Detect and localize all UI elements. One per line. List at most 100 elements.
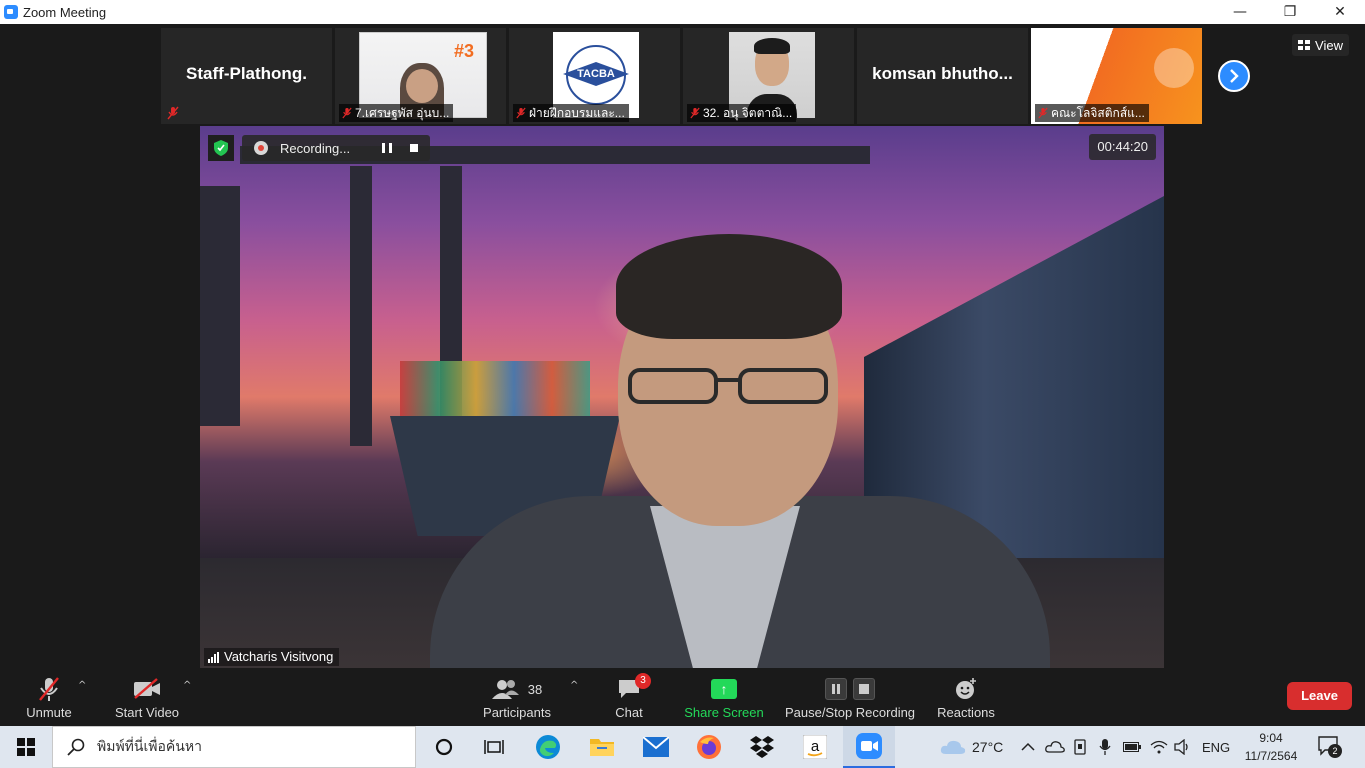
onedrive-tray[interactable]	[1045, 726, 1065, 768]
grid-view-icon	[1298, 40, 1311, 50]
battery-icon	[1123, 742, 1141, 752]
clock-time: 9:04	[1259, 731, 1283, 745]
folder-icon	[590, 739, 614, 756]
participants-options-caret[interactable]: ^	[570, 680, 578, 691]
muted-mic-icon	[690, 107, 700, 119]
firefox-button[interactable]	[683, 726, 735, 768]
reactions-label: Reactions	[937, 705, 995, 720]
amazon-button[interactable]: a	[789, 726, 841, 768]
participant-name: 32. อนุ จิตตาณิ...	[703, 106, 793, 120]
edge-taskbar-button[interactable]	[522, 726, 574, 768]
participant-thumbnail[interactable]: คณะโลจิสติกส์แ...	[1031, 28, 1202, 124]
file-explorer-button[interactable]	[576, 726, 628, 768]
dropbox-icon	[750, 736, 774, 758]
recording-label: Recording...	[280, 140, 351, 156]
pause-icon[interactable]	[825, 678, 847, 700]
battery-tray[interactable]	[1123, 726, 1141, 768]
muted-mic-icon	[39, 677, 59, 701]
participant-thumbnail[interactable]: komsan bhutho...	[857, 28, 1028, 124]
participant-name: ฝ่ายฝึกอบรมและ...	[529, 106, 625, 120]
search-placeholder: พิมพ์ที่นี่เพื่อค้นหา	[97, 738, 202, 754]
muted-mic-icon	[342, 107, 352, 119]
minimize-button[interactable]: —	[1215, 0, 1265, 24]
zoom-taskbar-button[interactable]	[843, 726, 895, 768]
pause-stop-recording-label: Pause/Stop Recording	[784, 705, 916, 720]
speaker-name: Vatcharis Visitvong	[224, 649, 334, 664]
pause-stop-recording-button[interactable]: Pause/Stop Recording	[782, 670, 918, 726]
clock-date: 11/7/2564	[1244, 749, 1298, 763]
next-page-button[interactable]	[1218, 60, 1250, 92]
show-hidden-icons[interactable]	[1021, 726, 1035, 768]
mail-icon	[643, 737, 669, 757]
temperature: 27°C	[972, 739, 1004, 755]
device-tray[interactable]	[1073, 726, 1087, 768]
chevron-right-icon	[1230, 69, 1239, 83]
chat-button[interactable]: 3 Chat	[604, 670, 654, 726]
share-screen-button[interactable]: ↑ Share Screen	[682, 670, 766, 726]
stop-icon[interactable]	[853, 678, 875, 700]
participant-thumbnail[interactable]: #3 7.เศรษฐพัส อุ่นบ...	[335, 28, 506, 124]
share-screen-label: Share Screen	[684, 705, 764, 720]
search-icon	[67, 738, 85, 756]
meeting-timer: 00:44:20	[1089, 134, 1156, 160]
zoom-icon	[856, 733, 882, 759]
weather-widget[interactable]: 27°C	[940, 726, 1003, 768]
video-off-icon	[134, 678, 160, 699]
notification-center-button[interactable]: 2	[1318, 736, 1342, 758]
pause-recording-icon[interactable]	[382, 143, 393, 153]
reactions-icon	[956, 678, 976, 699]
view-button[interactable]: View	[1292, 34, 1349, 56]
task-view-button[interactable]	[468, 726, 520, 768]
share-screen-icon: ↑	[711, 679, 737, 699]
input-language[interactable]: ENG	[1202, 726, 1230, 768]
microphone-icon	[1099, 739, 1111, 755]
encryption-shield[interactable]	[208, 135, 234, 161]
video-options-caret[interactable]: ^	[183, 680, 191, 691]
wifi-icon	[1150, 740, 1168, 754]
start-video-button[interactable]: Start Video	[108, 670, 186, 726]
volume-tray[interactable]	[1174, 726, 1192, 768]
unmute-label: Unmute	[26, 705, 72, 720]
start-button[interactable]	[0, 726, 52, 768]
chat-badge: 3	[635, 673, 651, 689]
participants-label: Participants	[483, 705, 551, 720]
wifi-tray[interactable]	[1150, 726, 1168, 768]
task-view-icon	[484, 740, 504, 754]
chevron-up-icon	[1021, 742, 1035, 751]
amazon-icon: a	[803, 735, 827, 759]
unmute-button[interactable]: Unmute	[18, 670, 80, 726]
speaker-volume-icon	[1174, 739, 1188, 755]
stop-recording-icon[interactable]	[410, 144, 419, 152]
participants-icon	[491, 680, 519, 699]
notification-count: 2	[1328, 744, 1342, 758]
windows-taskbar: พิมพ์ที่นี่เพื่อค้นหา a 27°C ENG 9:04 11…	[0, 726, 1365, 768]
dropbox-button[interactable]	[736, 726, 788, 768]
active-speaker-label: Vatcharis Visitvong	[204, 648, 340, 666]
firefox-icon	[697, 735, 721, 759]
audio-options-caret[interactable]: ^	[78, 680, 86, 691]
maximize-button[interactable]: ❐	[1265, 0, 1315, 24]
muted-mic-icon	[1038, 107, 1048, 119]
participant-name: komsan bhutho...	[872, 64, 1013, 83]
thumbnail-strip: Staff-Plathong. #3 7.เศรษฐพัส อุ่นบ... T…	[161, 28, 1202, 124]
participant-label: 7.เศรษฐพัส อุ่นบ...	[339, 104, 454, 122]
leave-button[interactable]: Leave	[1287, 682, 1352, 710]
participant-thumbnail[interactable]: TACBA ฝ่ายฝึกอบรมและ...	[509, 28, 680, 124]
signal-strength-icon	[208, 652, 219, 663]
cloud-weather-icon	[940, 740, 966, 754]
participant-name: Staff-Plathong.	[186, 64, 307, 83]
chat-label: Chat	[615, 705, 643, 720]
start-video-label: Start Video	[114, 705, 180, 720]
reactions-button[interactable]: Reactions	[934, 670, 998, 726]
participants-button[interactable]: 38 Participants	[480, 670, 554, 726]
mail-button[interactable]	[630, 726, 682, 768]
taskbar-search[interactable]: พิมพ์ที่นี่เพื่อค้นหา	[52, 726, 416, 768]
cortana-button[interactable]	[418, 726, 470, 768]
taskbar-clock[interactable]: 9:04 11/7/2564	[1238, 729, 1304, 765]
close-button[interactable]: ✕	[1315, 0, 1365, 24]
participant-label: คณะโลจิสติกส์แ...	[1035, 104, 1149, 122]
participant-thumbnail[interactable]: Staff-Plathong.	[161, 28, 332, 124]
microphone-tray[interactable]	[1099, 726, 1111, 768]
recording-indicator: Recording...	[242, 135, 430, 161]
participant-thumbnail[interactable]: 32. อนุ จิตตาณิ...	[683, 28, 854, 124]
